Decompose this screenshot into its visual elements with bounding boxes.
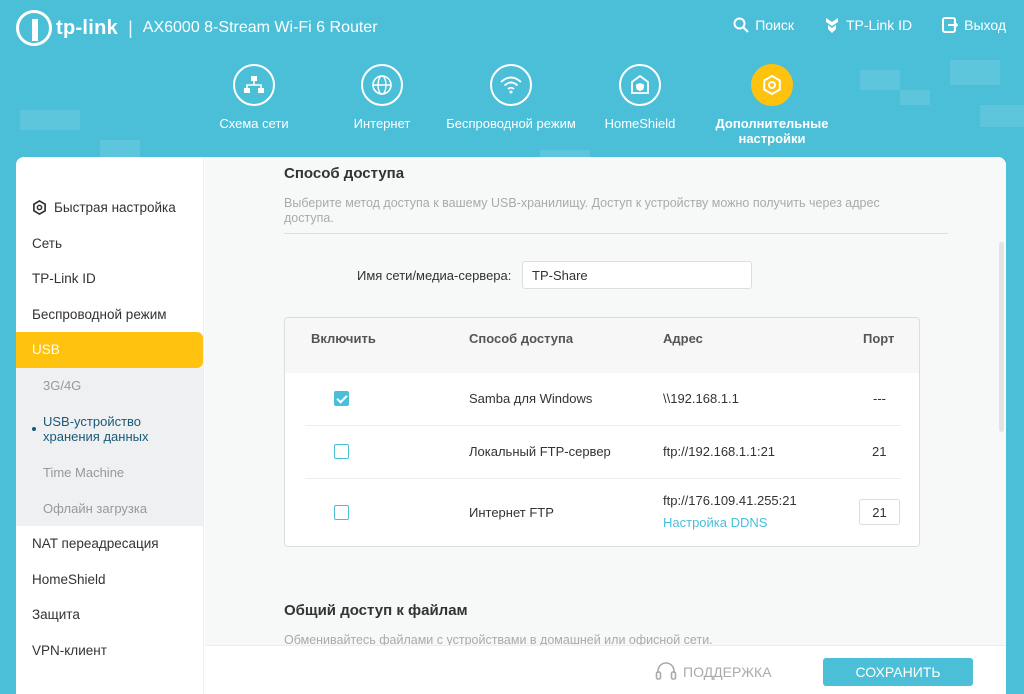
vertical-scrollbar[interactable] [999, 242, 1004, 432]
sidebar-item-homeshield[interactable]: HomeShield [16, 562, 203, 598]
nav-label: Схема сети [219, 116, 289, 131]
sidebar-item-label: Быстрая настройка [54, 200, 176, 216]
content-card: Быстрая настройка Сеть TP-Link ID Беспро… [16, 157, 1006, 694]
usb-submenu: 3G/4G USB-устройство хранения данных Tim… [16, 367, 203, 527]
gear-icon [751, 64, 793, 106]
router-model: AX6000 8-Stream Wi-Fi 6 Router [142, 19, 378, 36]
sidebar-item-label: TP-Link ID [32, 271, 96, 287]
access-section-title: Способ доступа [284, 165, 405, 182]
tplink-id-label: TP-Link ID [845, 17, 913, 33]
server-name-label: Имя сети/медиа-сервера: [357, 268, 512, 283]
search-icon [733, 17, 749, 33]
access-section-description: Выберите метод доступа к вашему USB-хран… [284, 196, 880, 225]
sidebar-item-label: Защита [32, 607, 80, 623]
table-row: Samba для Windows \\192.168.1.1 --- [285, 373, 919, 426]
tplink-logo-icon [16, 10, 52, 46]
save-button[interactable]: СОХРАНИТЬ [823, 658, 973, 686]
sidebar-item-label: NAT переадресация [32, 536, 159, 552]
port-value: 21 [872, 504, 887, 520]
nav-label: Интернет [353, 116, 411, 131]
nav-label: HomeShield [604, 116, 676, 131]
globe-icon [361, 64, 403, 106]
headset-icon [655, 662, 677, 680]
address-cell: ftp://176.109.41.255:21 [663, 493, 797, 508]
nav-network-map[interactable]: Схема сети [189, 64, 319, 131]
header-port: Порт [863, 331, 895, 346]
main-content: Способ доступа Выберите метод доступа к … [205, 157, 1006, 694]
nav-internet[interactable]: Интернет [317, 64, 447, 131]
method-cell: Локальный FTP-сервер [469, 444, 611, 459]
gear-icon [33, 200, 46, 216]
search-label: Поиск [755, 17, 794, 33]
method-cell: Samba для Windows [469, 391, 593, 406]
sidebar-item-vpn-client[interactable]: VPN-клиент [16, 633, 203, 669]
footer-bar: ПОДДЕРЖКА СОХРАНИТЬ [205, 645, 1006, 694]
sidebar-item-wireless[interactable]: Беспроводной режим [16, 297, 203, 333]
sidebar-item-label: Сеть [32, 235, 63, 251]
server-name-value: TP-Share [532, 267, 588, 283]
support-label: ПОДДЕРЖКА [683, 664, 772, 680]
sidebar-item-network[interactable]: Сеть [16, 226, 203, 262]
sidebar-item-security[interactable]: Защита [16, 597, 203, 633]
nav-advanced[interactable]: Дополнительные настройки [704, 64, 840, 146]
sidebar-subitem-label: Time Machine [43, 465, 125, 481]
top-actions: Поиск TP-Link ID Выход [733, 16, 1006, 34]
network-map-icon [233, 64, 275, 106]
header-method: Способ доступа [469, 331, 574, 346]
sidebar: Быстрая настройка Сеть TP-Link ID Беспро… [16, 157, 204, 694]
sidebar-subitem-label: Офлайн загрузка [43, 500, 148, 516]
nav-label: Дополнительные настройки [715, 116, 829, 146]
logout-label: Выход [964, 17, 1006, 33]
table-row: Локальный FTP-сервер ftp://192.168.1.1:2… [285, 426, 919, 479]
nav-wireless[interactable]: Беспроводной режим [446, 64, 576, 131]
section-divider [284, 233, 948, 234]
sidebar-item-label: VPN-клиент [32, 642, 107, 658]
table-row: Интернет FTP ftp://176.109.41.255:21 Нас… [285, 479, 919, 546]
enable-checkbox-local-ftp[interactable] [334, 444, 349, 459]
support-button[interactable]: ПОДДЕРЖКА [655, 662, 772, 682]
tplink-id-icon [825, 18, 838, 33]
address-cell: ftp://192.168.1.1:21 [663, 444, 776, 459]
tplink-id-button[interactable]: TP-Link ID [824, 16, 912, 34]
method-cell: Интернет FTP [469, 505, 554, 520]
sidebar-subitem-3g4g[interactable]: 3G/4G [16, 368, 203, 404]
port-cell: 21 [872, 444, 887, 459]
tplink-logo[interactable]: tp-link | AX6000 8-Stream Wi-Fi 6 Router [16, 10, 378, 46]
enable-checkbox-samba[interactable] [334, 391, 349, 406]
brand-name: tp-link [56, 16, 119, 39]
shield-home-icon [619, 64, 661, 106]
sidebar-item-label: HomeShield [32, 571, 106, 587]
current-bullet [32, 427, 36, 431]
logout-icon [942, 17, 959, 33]
sidebar-item-label: Беспроводной режим [32, 306, 167, 322]
sidebar-subitem-time-machine[interactable]: Time Machine [16, 455, 203, 491]
main-nav: Схема сети Интернет Беспроводной режим H… [0, 64, 1024, 154]
internet-ftp-port-input[interactable]: 21 [859, 499, 900, 525]
access-methods-table: Включить Способ доступа Адрес Порт Samba… [284, 317, 920, 547]
sidebar-item-usb[interactable]: USB [16, 332, 203, 368]
header-address: Адрес [663, 331, 703, 346]
logout-button[interactable]: Выход [942, 16, 1006, 34]
address-cell: \\192.168.1.1 [663, 391, 739, 406]
sidebar-subitem-label: 3G/4G [43, 377, 82, 393]
enable-checkbox-internet-ftp[interactable] [334, 505, 349, 520]
sidebar-subitem-usb-storage[interactable]: USB-устройство хранения данных [16, 403, 203, 455]
nav-homeshield[interactable]: HomeShield [575, 64, 705, 131]
nav-label: Беспроводной режим [446, 116, 576, 131]
header-enable: Включить [311, 331, 376, 346]
table-header: Включить Способ доступа Адрес Порт [285, 318, 919, 373]
sidebar-item-nat[interactable]: NAT переадресация [16, 526, 203, 562]
server-name-input[interactable]: TP-Share [522, 261, 752, 289]
sharing-section-title: Общий доступ к файлам [284, 602, 468, 619]
port-cell: --- [873, 391, 886, 406]
sidebar-subitem-label: USB-устройство хранения данных [43, 414, 149, 444]
sidebar-subitem-offline-download[interactable]: Офлайн загрузка [16, 491, 203, 527]
title-separator: | [128, 17, 133, 38]
search-button[interactable]: Поиск [733, 16, 794, 34]
sidebar-item-tplink-id[interactable]: TP-Link ID [16, 261, 203, 297]
ddns-settings-link[interactable]: Настройка DDNS [663, 515, 767, 530]
sidebar-item-label: USB [32, 342, 60, 358]
wifi-icon [490, 64, 532, 106]
sidebar-item-quick-setup[interactable]: Быстрая настройка [16, 190, 203, 226]
